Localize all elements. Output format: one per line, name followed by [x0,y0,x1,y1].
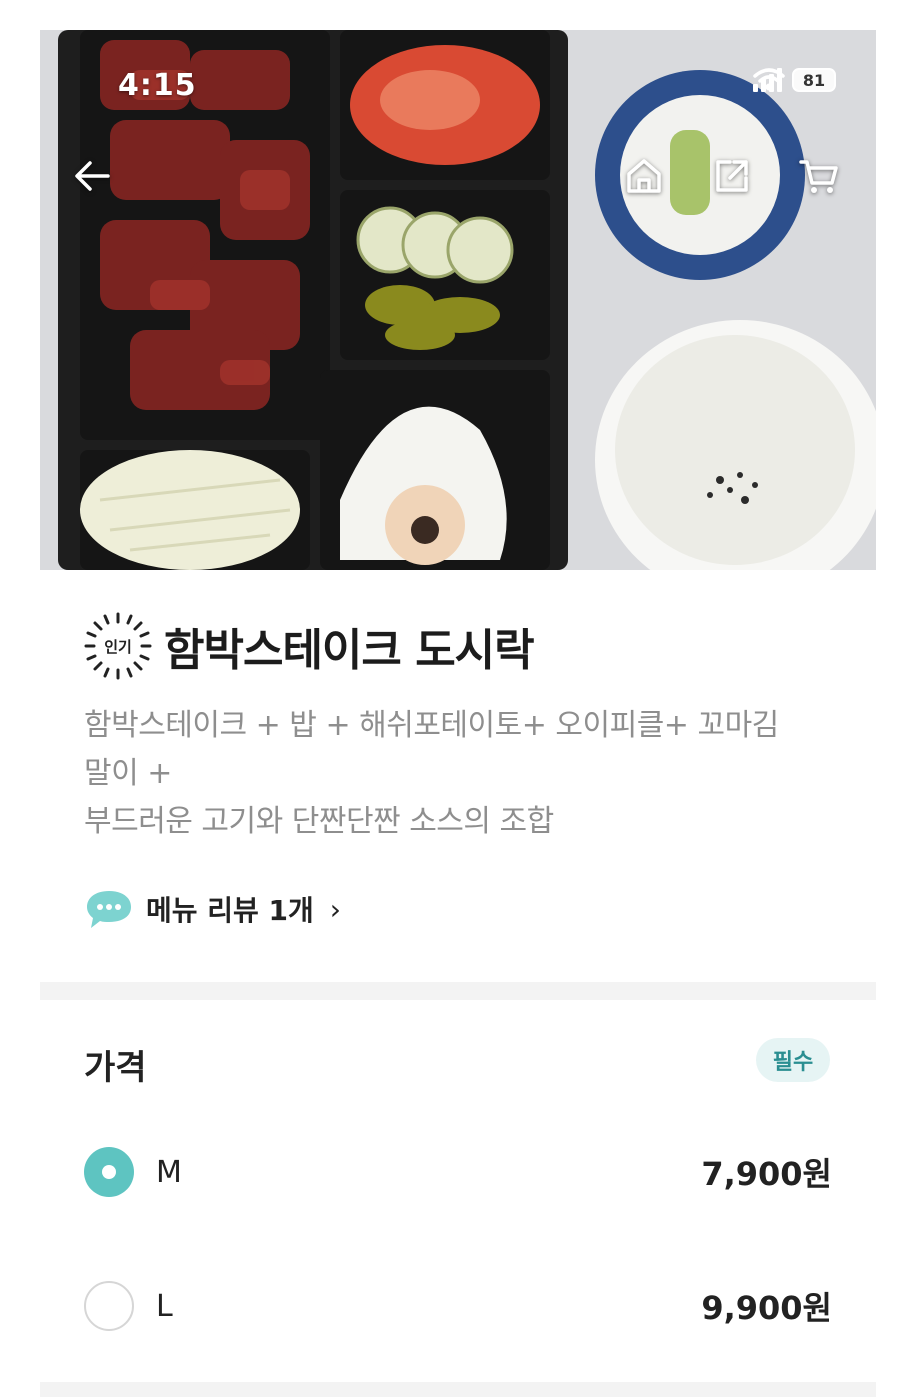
menu-description: 함박스테이크 + 밥 + 해쉬포테이토+ 오이피클+ 꼬마김 말이 + 부드러운… [84,702,844,846]
share-icon [716,160,748,192]
popular-badge: 인기 [84,612,152,680]
speech-bubble-icon [87,891,131,928]
price-section-title: 가격 [84,1048,147,1088]
home-icon [627,159,661,193]
cart-icon [799,160,838,193]
option-price: 9,900원 [701,1289,832,1327]
option-price: 7,900원 [701,1155,832,1193]
chevron-right-icon: › [329,892,341,926]
menu-review-link[interactable]: 메뉴 리뷰 1개 › [84,888,341,930]
home-button[interactable] [624,156,674,206]
section-divider [40,1382,876,1397]
status-indicators: 81 [753,68,836,92]
food-photo-illustration [40,30,876,570]
description-line: 말이 + [84,756,172,791]
menu-title: 함박스테이크 도시락 [164,625,535,676]
required-badge: 필수 [756,1038,830,1082]
option-label: L [156,1288,173,1324]
badge-label: 인기 [104,637,132,656]
back-button[interactable] [72,156,122,206]
status-time: 4:15 [118,68,197,103]
share-button[interactable] [712,156,762,206]
menu-title-row: 인기 함박스테이크 도시락 [84,612,535,680]
price-option-l[interactable]: L 9,900원 [84,1276,832,1336]
menu-photo: 4:15 81 [40,30,876,570]
radio-button-selected[interactable] [84,1147,134,1197]
battery-indicator: 81 [792,68,836,92]
description-line: 부드러운 고기와 단짠단짠 소스의 조합 [84,804,554,839]
price-option-m[interactable]: M 7,900원 [84,1142,832,1202]
section-divider [40,982,876,1000]
menu-detail-screen: 4:15 81 인기 함박스테이크 도시락 함박스테이크 + 밥 + 해쉬포테이… [40,30,876,1397]
review-label: 메뉴 리뷰 1개 [146,894,314,927]
cart-button[interactable] [798,156,848,206]
description-line: 함박스테이크 + 밥 + 해쉬포테이토+ 오이피클+ 꼬마김 [84,708,779,743]
option-label: M [156,1154,182,1190]
radio-button-unselected[interactable] [84,1281,134,1331]
back-arrow-icon [75,161,110,191]
wifi-icon [753,68,785,91]
